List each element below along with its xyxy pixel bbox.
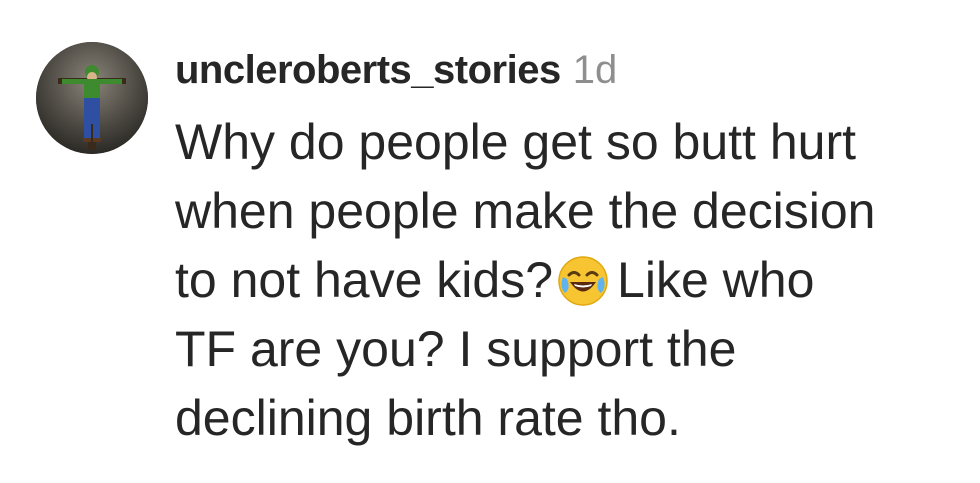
comment-line-text: Like who	[617, 252, 815, 308]
comment-line: to not have kids? Like who	[175, 246, 975, 315]
timestamp[interactable]: 1d	[573, 48, 618, 93]
comment-text: Why do people get so butt hurt when peop…	[175, 108, 975, 453]
face-with-tears-of-joy-icon	[557, 255, 609, 307]
comment-line: when people make the decision	[175, 183, 876, 239]
comment-body: uncleroberts_stories 1d Why do people ge…	[175, 48, 975, 453]
avatar-image	[36, 42, 148, 154]
comment-header: uncleroberts_stories 1d	[175, 48, 975, 104]
comment-line: Why do people get so butt hurt	[175, 114, 856, 170]
comment-line: declining birth rate tho.	[175, 390, 681, 446]
avatar[interactable]	[36, 42, 148, 154]
comment-line-text: to not have kids?	[175, 252, 554, 308]
comment-line: TF are you? I support the	[175, 321, 737, 377]
comment: uncleroberts_stories 1d Why do people ge…	[0, 0, 980, 483]
username[interactable]: uncleroberts_stories	[175, 48, 561, 93]
